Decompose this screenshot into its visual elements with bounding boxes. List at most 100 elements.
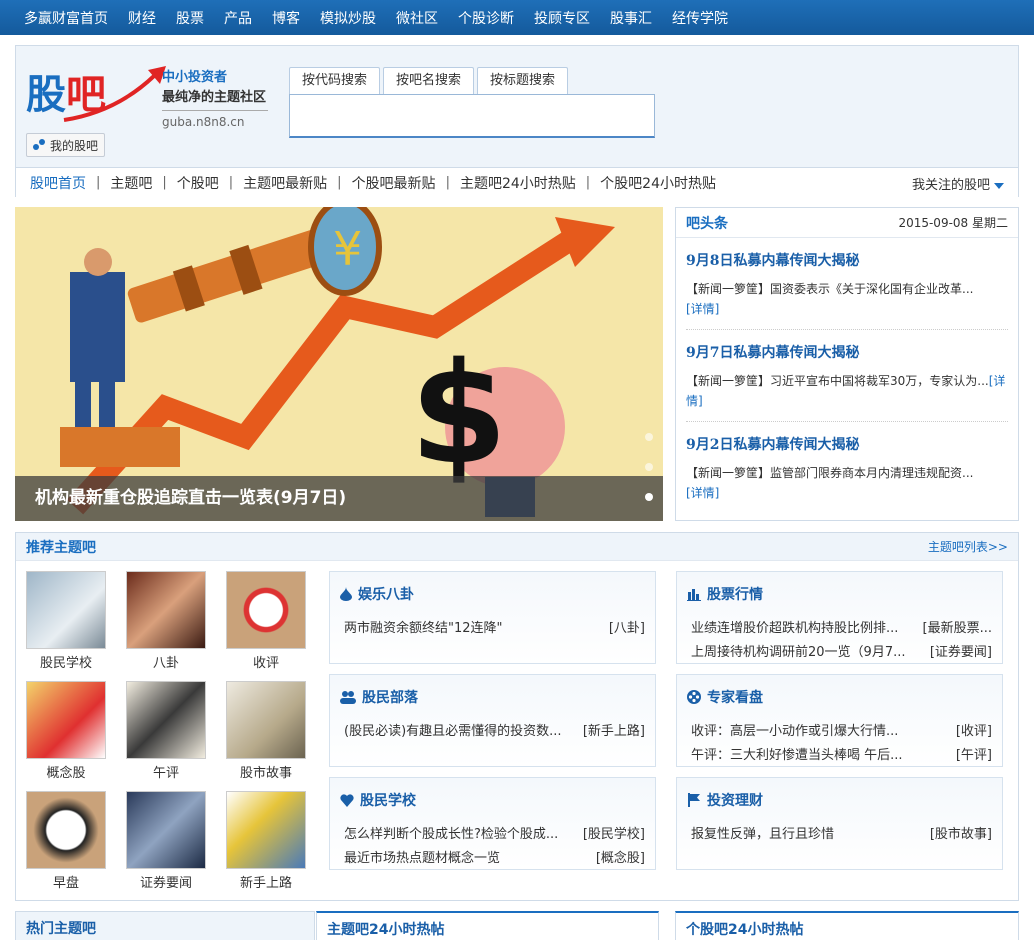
topic-row[interactable]: (股民必读)有趣且必需懂得的投资数... [新手上路] xyxy=(344,720,645,739)
topic-row[interactable]: 怎么样判断个股成长性?检验个股成... [股民学校] xyxy=(344,823,645,842)
headline-more-link[interactable]: [详情] xyxy=(686,302,719,316)
topic-row[interactable]: 上周接待机构调研前20一览（9月7... [证券要闻] xyxy=(691,641,992,660)
topic-box-title[interactable]: 投资理财 xyxy=(687,790,763,810)
thumb-image xyxy=(126,681,206,759)
subnav-topic-bars[interactable]: 主题吧 xyxy=(100,173,162,193)
tab-search-by-title[interactable]: 按标题搜索 xyxy=(477,67,569,94)
thumb-label: 新手上路 xyxy=(239,876,292,891)
headline-desc: 【新闻一箩筐】监管部门限券商本月内清理违规配资... xyxy=(686,466,974,480)
banner-caption[interactable]: 机构最新重仓股追踪直击一览表(9月7日) xyxy=(15,476,663,521)
topic-box-title[interactable]: 股民学校 xyxy=(340,790,416,810)
thumb-image xyxy=(126,791,206,869)
topic-row-text: 上周接待机构调研前20一览（9月7... xyxy=(691,645,906,660)
stock-24h-hot-header[interactable]: 个股吧24小时热帖 xyxy=(675,911,1019,940)
topic-box-investor-tribe: 股民部落 (股民必读)有趣且必需懂得的投资数... [新手上路] xyxy=(329,674,656,767)
topic-row-text: 业绩连增股价超跌机构持股比例排... xyxy=(691,621,899,636)
thumb-concept-stocks[interactable]: 概念股 xyxy=(26,681,106,781)
topic-box-title-text: 投资理财 xyxy=(707,793,763,809)
sub-nav: 股吧首页 | 主题吧 | 个股吧 | 主题吧最新贴 | 个股吧最新贴 | 主题吧… xyxy=(16,167,1018,197)
banner-carousel[interactable]: ¥ $ 机构最新重仓股追踪直击一览表(9月7日) xyxy=(15,207,663,521)
subnav-guba-home[interactable]: 股吧首页 xyxy=(20,173,96,193)
topic-row-text: (股民必读)有趣且必需懂得的投资数... xyxy=(344,724,562,739)
thumb-label: 概念股 xyxy=(46,766,86,781)
topnav-home[interactable]: 多赢财富首页 xyxy=(24,8,108,28)
topic-row-tag: [最新股票... xyxy=(922,621,992,636)
recommended-topics-panel: 推荐主题吧 主题吧列表>> 股民学校 八卦 收评 概念股 午评 股市故事 早盘 … xyxy=(15,532,1019,901)
thumb-image xyxy=(126,571,206,649)
thumb-label: 收评 xyxy=(252,656,279,671)
subnav-stock-24h-hot[interactable]: 个股吧24小时热贴 xyxy=(590,173,726,193)
topic-row-tag: [收评] xyxy=(955,724,992,739)
topnav-micro-community[interactable]: 微社区 xyxy=(396,8,438,28)
site-header: 股 吧 中小投资者 最纯净的主题社区 guba.n8n8.cn 我的股吧 按代码… xyxy=(15,45,1019,197)
topic-row-text: 收评：高层一小动作或引爆大行情... xyxy=(691,724,899,739)
hot-topic-bars-header[interactable]: 热门主题吧 xyxy=(15,911,315,940)
guba-logo[interactable]: 股 吧 xyxy=(26,62,166,124)
headline-more-link[interactable]: [详情] xyxy=(686,486,719,500)
headline-item: 9月7日私募内幕传闻大揭秘 【新闻一箩筐】习近平宣布中国将裁军30万，专家认为.… xyxy=(686,330,1008,422)
search-input[interactable] xyxy=(289,94,655,138)
subnav-topic-latest[interactable]: 主题吧最新贴 xyxy=(233,173,337,193)
topic-box-title[interactable]: 专家看盘 xyxy=(687,687,763,707)
topnav-stocks[interactable]: 股票 xyxy=(176,8,204,28)
thumb-market-stories[interactable]: 股市故事 xyxy=(226,681,306,781)
topic-row[interactable]: 午评：三大利好惨遭当头棒喝 午后... [午评] xyxy=(691,744,992,763)
flag-icon xyxy=(688,793,700,807)
topic-row-text: 怎么样判断个股成长性?检验个股成... xyxy=(344,827,559,842)
headlines-header: 吧头条 2015-09-08 星期二 xyxy=(676,208,1018,238)
tab-search-by-code[interactable]: 按代码搜索 xyxy=(289,67,381,94)
topnav-finance[interactable]: 财经 xyxy=(128,8,156,28)
thumb-midday-review[interactable]: 午评 xyxy=(126,681,206,781)
tab-search-by-bar-name[interactable]: 按吧名搜索 xyxy=(383,67,475,94)
topnav-sim-trading[interactable]: 模拟炒股 xyxy=(320,8,376,28)
carousel-dot-3[interactable] xyxy=(645,493,653,501)
thumb-beginners[interactable]: 新手上路 xyxy=(226,791,306,891)
thumb-image xyxy=(26,571,106,649)
thumb-closing-review[interactable]: 收评 xyxy=(226,571,306,671)
topic-box-entertainment: 娱乐八卦 两市融资余额终结"12连降" [八卦] xyxy=(329,571,656,664)
thumb-gossip[interactable]: 八卦 xyxy=(126,571,206,671)
followed-bars-dropdown[interactable]: 我关注的股吧 xyxy=(912,174,1004,193)
topic-box-expert-view: 专家看盘 收评：高层一小动作或引爆大行情... [收评] 午评：三大利好惨遭当头棒… xyxy=(676,674,1003,767)
topic-box-investor-school: 股民学校 怎么样判断个股成长性?检验个股成... [股民学校] 最近市场热点题材概… xyxy=(329,777,656,870)
headline-title[interactable]: 9月7日私募内幕传闻大揭秘 xyxy=(686,342,1008,362)
topic-row[interactable]: 业绩连增股价超跌机构持股比例排... [最新股票... xyxy=(691,617,992,636)
topnav-products[interactable]: 产品 xyxy=(224,8,252,28)
topnav-stock-diagnosis[interactable]: 个股诊断 xyxy=(458,8,514,28)
topnav-blog[interactable]: 博客 xyxy=(272,8,300,28)
svg-text:$: $ xyxy=(410,333,507,496)
topnav-academy[interactable]: 经传学院 xyxy=(672,8,728,28)
thumb-investor-school[interactable]: 股民学校 xyxy=(26,571,106,671)
carousel-dot-1[interactable] xyxy=(645,433,653,441)
topic-row[interactable]: 报复性反弹，且行且珍惜 [股市故事] xyxy=(691,823,992,842)
subnav-stock-bars[interactable]: 个股吧 xyxy=(167,173,229,193)
thumb-image xyxy=(226,681,306,759)
subnav-stock-latest[interactable]: 个股吧最新贴 xyxy=(342,173,446,193)
thumb-morning-session[interactable]: 早盘 xyxy=(26,791,106,891)
topic-box-title[interactable]: 股票行情 xyxy=(687,584,763,604)
top-nav: 多赢财富首页 财经 股票 产品 博客 模拟炒股 微社区 个股诊断 投顾专区 股事… xyxy=(0,0,1034,35)
headline-item: 9月2日私募内幕传闻大揭秘 【新闻一箩筐】监管部门限券商本月内清理违规配资...… xyxy=(686,422,1008,513)
my-guba-button[interactable]: 我的股吧 xyxy=(26,133,106,157)
headline-title[interactable]: 9月2日私募内幕传闻大揭秘 xyxy=(686,434,1008,454)
topic-box-stock-quotes: 股票行情 业绩连增股价超跌机构持股比例排... [最新股票... 上周接待机构调研… xyxy=(676,571,1003,664)
site-domain: guba.n8n8.cn xyxy=(162,110,268,129)
headline-desc: 【新闻一箩筐】习近平宣布中国将裁军30万，专家认为... xyxy=(686,374,989,388)
topic-row-tag: [股市故事] xyxy=(929,827,992,842)
subnav-topic-24h-hot[interactable]: 主题吧24小时热贴 xyxy=(450,173,586,193)
headline-title[interactable]: 9月8日私募内幕传闻大揭秘 xyxy=(686,250,1008,270)
topic-24h-hot-header[interactable]: 主题吧24小时热帖 xyxy=(316,911,659,940)
logo-arrow-icon xyxy=(63,66,166,122)
topic-box-title[interactable]: 股民部落 xyxy=(340,687,418,707)
topic-row[interactable]: 最近市场热点题材概念一览 [概念股] xyxy=(344,847,645,866)
headlines-panel: 吧头条 2015-09-08 星期二 9月8日私募内幕传闻大揭秘 【新闻一箩筐】… xyxy=(675,207,1019,521)
topnav-advisor-zone[interactable]: 投顾专区 xyxy=(534,8,590,28)
topic-row[interactable]: 两市融资余额终结"12连降" [八卦] xyxy=(344,617,645,636)
topic-row[interactable]: 收评：高层一小动作或引爆大行情... [收评] xyxy=(691,720,992,739)
topnav-stock-events[interactable]: 股事汇 xyxy=(610,8,652,28)
carousel-dot-2[interactable] xyxy=(645,463,653,471)
thumb-securities-news[interactable]: 证券要闻 xyxy=(126,791,206,891)
topic-row-text: 报复性反弹，且行且珍惜 xyxy=(691,827,835,842)
topic-list-link[interactable]: 主题吧列表>> xyxy=(928,538,1008,555)
topic-box-title[interactable]: 娱乐八卦 xyxy=(340,584,414,604)
